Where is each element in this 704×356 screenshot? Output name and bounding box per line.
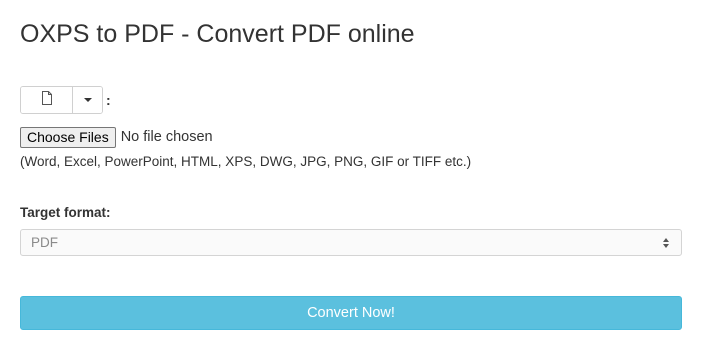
choose-files-button[interactable]: Choose Files (20, 126, 116, 148)
caret-down-icon (83, 98, 92, 102)
source-colon: : (106, 92, 111, 108)
page-title: OXPS to PDF - Convert PDF online (20, 20, 415, 48)
source-dropdown-toggle[interactable] (73, 87, 102, 113)
file-source-button[interactable] (21, 87, 73, 113)
file-status-text: No file chosen (120, 129, 213, 145)
source-button-group (20, 86, 103, 114)
source-selector: : (20, 86, 111, 114)
file-icon (41, 90, 53, 110)
target-format-label: Target format: (20, 205, 111, 220)
supported-formats-hint: (Word, Excel, PowerPoint, HTML, XPS, DWG… (20, 154, 472, 169)
target-format-select[interactable]: PDF (20, 229, 682, 256)
target-format-value: PDF (31, 235, 58, 250)
select-arrows-icon (663, 237, 669, 248)
file-input: Choose Files No file chosen (20, 126, 213, 148)
convert-now-button[interactable]: Convert Now! (20, 296, 682, 330)
